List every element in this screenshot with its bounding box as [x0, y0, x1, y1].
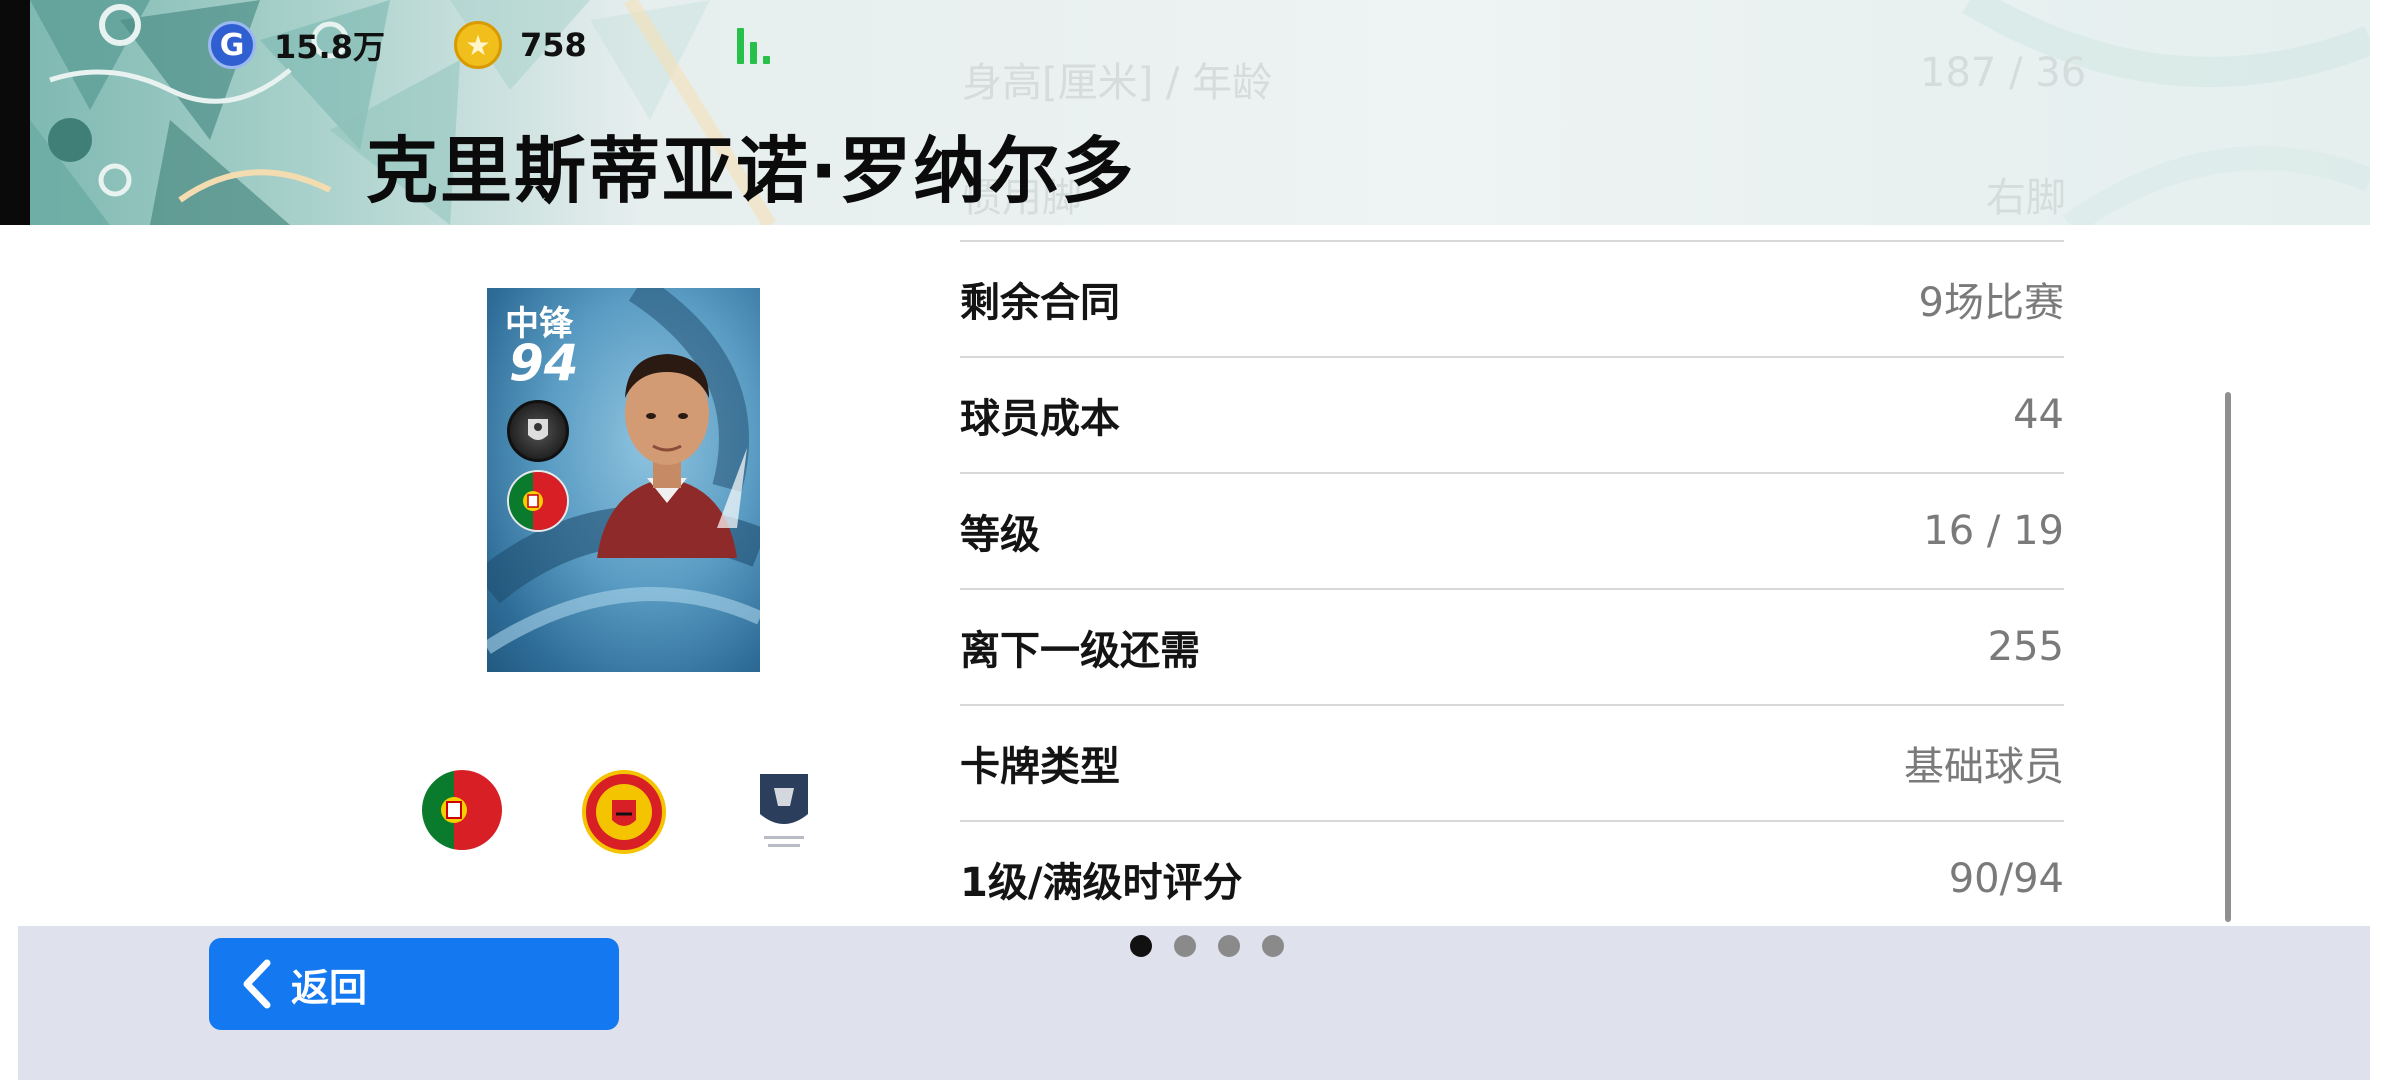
stat-value: 90/94: [1948, 856, 2064, 902]
league-badge-icon[interactable]: [756, 770, 812, 852]
stats-scrollbar[interactable]: [2225, 392, 2231, 922]
stat-row-cost: 球员成本 44: [960, 356, 2064, 472]
page-dot-4[interactable]: [1262, 935, 1284, 957]
card-club-badge-icon: [507, 400, 569, 462]
stat-label: 卡牌类型: [960, 744, 1120, 790]
star-coin-icon: ★: [454, 21, 502, 69]
back-button[interactable]: 返回: [209, 938, 619, 1030]
club-crest-icon[interactable]: [582, 770, 666, 854]
stat-value: 基础球员: [1904, 744, 2064, 790]
gp-coin-icon: G: [208, 21, 256, 69]
stat-label: 球员成本: [960, 396, 1120, 442]
stat-row-card-type: 卡牌类型 基础球员: [960, 704, 2064, 820]
player-name: 克里斯蒂亚诺·罗纳尔多: [366, 129, 1136, 213]
card-nation-flag-icon: [507, 470, 569, 532]
stat-row-next-level: 离下一级还需 255: [960, 588, 2064, 704]
player-card[interactable]: 中锋 94: [487, 288, 760, 672]
banner-pattern-right: [1962, 0, 2370, 225]
page-dot-1[interactable]: [1130, 935, 1152, 957]
chevron-left-icon: [243, 959, 271, 1009]
stat-label: 剩余合同: [960, 280, 1120, 326]
header-banner: 身高[厘米] / 年龄 187 / 36 惯用脚 右脚 G 15.8万 ★ 75…: [30, 0, 2370, 225]
stat-value: 44: [2013, 392, 2064, 438]
stat-label: 1级/满级时评分: [960, 860, 1243, 906]
left-edge-strip: [0, 0, 30, 225]
stat-value: 9场比赛: [1918, 280, 2064, 326]
coin-amount: 758: [520, 26, 587, 64]
signal-icon: [737, 28, 777, 64]
stat-row-level: 等级 16 / 19: [960, 472, 2064, 588]
card-overall: 94: [509, 334, 579, 392]
ghost-value-height-age: 187 / 36: [1920, 50, 2087, 96]
player-stats-list: 剩余合同 9场比赛 球员成本 44 等级 16 / 19 离下一级还需 255 …: [960, 240, 2064, 936]
coin-currency: ★ 758: [454, 20, 587, 70]
ghost-label-height-age: 身高[厘米] / 年龄: [962, 60, 1273, 106]
page-dot-3[interactable]: [1218, 935, 1240, 957]
stat-value: 255: [1987, 624, 2064, 670]
player-portrait: [597, 354, 747, 558]
stat-row-contract: 剩余合同 9场比赛: [960, 240, 2064, 356]
stat-label: 等级: [960, 512, 1040, 558]
bottom-bar: 返回: [18, 926, 2370, 1080]
page-indicator: [1130, 935, 1284, 957]
stat-row-rating: 1级/满级时评分 90/94: [960, 820, 2064, 936]
page-dot-2[interactable]: [1174, 935, 1196, 957]
ghost-value-foot: 右脚: [1986, 175, 2066, 221]
stat-value: 16 / 19: [1923, 508, 2064, 554]
player-detail-screen: 身高[厘米] / 年龄 187 / 36 惯用脚 右脚 G 15.8万 ★ 75…: [0, 0, 2400, 1080]
stat-label: 离下一级还需: [960, 628, 1200, 674]
nation-flag-icon[interactable]: [422, 770, 502, 850]
gp-amount: 15.8万: [274, 28, 385, 66]
gp-currency: G 15.8万: [208, 20, 385, 70]
back-button-label: 返回: [291, 965, 368, 1010]
